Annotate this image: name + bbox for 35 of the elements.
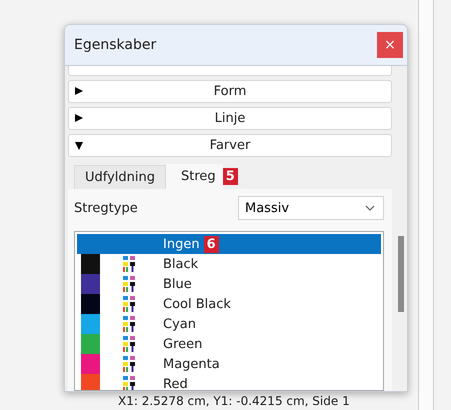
color-name: Black (163, 256, 198, 272)
collapsed-arrow-icon (75, 114, 83, 122)
palette-icon (122, 356, 136, 372)
palette-icon (122, 256, 136, 272)
palette-icon (122, 376, 136, 390)
scrollbar-thumb[interactable] (398, 236, 404, 312)
color-name: Cool Black (163, 296, 231, 312)
step-badge: 6 (204, 236, 219, 252)
color-name: Blue (163, 276, 192, 292)
color-name: Red (163, 376, 188, 390)
color-list[interactable]: Ingen 6 Black Blue Cool Black Cyan Green Magenta Red (74, 231, 384, 391)
step-badge: 5 (222, 168, 238, 185)
section-header[interactable]: Form (68, 80, 392, 103)
section-header[interactable]: Farver (68, 134, 392, 157)
palette-icon (122, 276, 136, 292)
selected-row-highlight[interactable]: Ingen 6 (77, 234, 381, 254)
tab[interactable]: Streg (166, 164, 223, 189)
window-title: Egenskaber (74, 37, 156, 53)
color-name: Cyan (163, 316, 196, 332)
section-header[interactable] (68, 66, 392, 76)
tab[interactable]: Udfyldning (74, 165, 166, 189)
scrollbar[interactable] (395, 66, 407, 391)
collapsed-arrow-icon (75, 87, 83, 95)
status-text: X1: 2.5278 cm, Y1: -0.4215 cm, Side 1 (118, 394, 350, 408)
color-name: Magenta (163, 356, 220, 372)
palette-icon (122, 316, 136, 332)
section-header[interactable]: Linje (68, 107, 392, 130)
chevron-icon (365, 205, 375, 211)
palette-icon (122, 296, 136, 312)
expanded-arrow-icon (75, 142, 83, 150)
color-name: Green (163, 336, 202, 352)
stroke-type-dropdown[interactable]: Massiv (238, 196, 384, 220)
stroke-type-label: Stregtype (74, 200, 138, 216)
palette-icon (122, 336, 136, 352)
close-button[interactable]: × (377, 32, 403, 58)
